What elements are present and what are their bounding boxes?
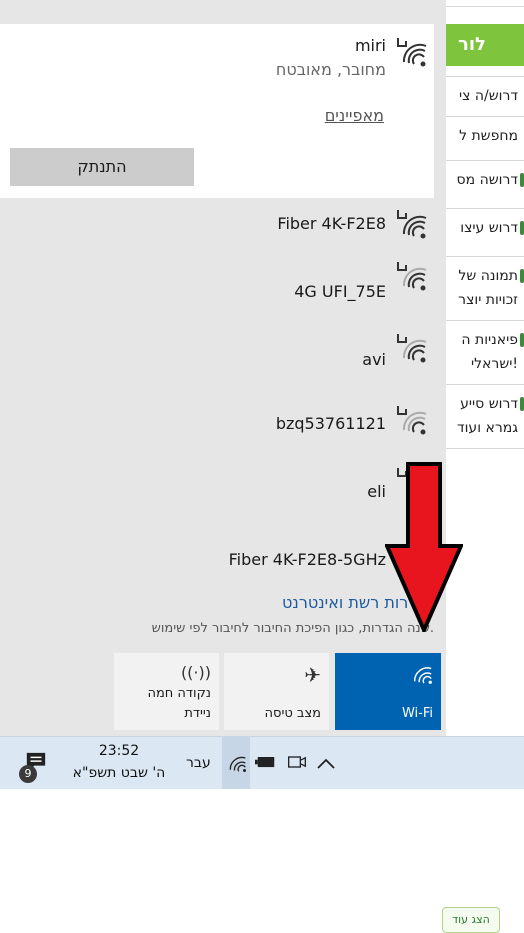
tile-label: נקודה חמה ניידת [147,686,211,721]
clock-time[interactable]: 23:52 [92,743,146,759]
red-arrow-annotation [385,462,463,632]
background-list-item[interactable]: מחפשת ל [434,116,524,161]
network-ssid: avi [362,350,386,369]
network-ssid: eli [367,482,386,501]
background-list-item[interactable]: דרוש סייע גמרא ועוד [434,384,524,449]
network-tray-button[interactable] [222,737,250,789]
wifi-secured-icon [396,404,428,436]
bullet-icon [520,221,524,235]
bullet-icon [520,269,524,283]
wifi-icon [411,663,433,689]
background-header[interactable]: לור [434,24,524,66]
network-flyout: miri מחובר, מאובטח מאפיינים התנתק Fiber … [0,0,446,736]
taskbar: 9 23:52 ה' שבט תשפ"א עבר [0,736,524,789]
connected-ssid: miri [354,36,386,55]
background-list-item[interactable]: דרושה מס [434,160,524,209]
network-ssid: 4G UFI_75E [294,282,386,301]
bullet-icon [520,333,524,347]
airplane-icon: ✈ [304,663,321,687]
bullet-icon [520,173,524,187]
wifi-secured-icon [396,208,428,240]
language-indicator[interactable]: עבר [186,755,211,771]
properties-link[interactable]: מאפיינים [325,106,384,125]
connected-network-panel[interactable]: miri מחובר, מאובטח מאפיינים התנתק [0,24,434,198]
network-item-bzq[interactable]: bzq53761121 [0,392,434,454]
clock-date[interactable]: ה' שבט תשפ"א [64,765,174,781]
flyout-top-edge [0,0,446,8]
network-ssid: Fiber 4K-F2E8 [277,214,386,233]
network-item-avi[interactable]: avi [0,320,434,382]
bullet-icon [520,397,524,411]
show-more-button[interactable]: הצג עוד [442,907,500,933]
tile-airplane-mode[interactable]: ✈ מצב טיסה [224,653,329,730]
camera-icon[interactable] [287,753,307,775]
notification-count-badge: 9 [19,765,37,783]
background-list-item[interactable]: תמונה של זכויות יוצר [434,256,524,321]
network-item-eli[interactable]: eli [0,462,434,524]
wifi-secured-icon [396,332,428,364]
tile-wifi[interactable]: Wi-Fi [335,653,441,730]
chevron-up-icon[interactable] [316,755,336,774]
tile-label: Wi-Fi [401,706,433,721]
wifi-secured-icon [396,36,428,68]
background-list-item[interactable]: דרוש/ה צי [434,76,524,117]
disconnect-button[interactable]: התנתק [10,148,194,186]
hotspot-icon: ((·)) [180,663,211,682]
tile-label: מצב טיסה [264,706,321,721]
tile-mobile-hotspot[interactable]: ((·)) נקודה חמה ניידת [114,653,219,730]
connection-status: מחובר, מאובטח [275,60,386,79]
background-list-item[interactable]: פיאניות ה ישראלי! [434,320,524,385]
network-ssid: Fiber 4K-F2E8-5GHz [228,550,386,569]
background-topbar [434,0,524,7]
background-list-item[interactable]: דרוש עיצו [434,208,524,257]
wifi-icon [229,756,246,772]
network-item-fiber-5ghz[interactable]: Fiber 4K-F2E8-5GHz [0,536,434,598]
wifi-secured-icon [396,260,428,292]
network-item-4g-ufi[interactable]: 4G UFI_75E [0,248,434,310]
network-ssid: bzq53761121 [275,414,386,433]
battery-icon[interactable] [255,755,277,774]
